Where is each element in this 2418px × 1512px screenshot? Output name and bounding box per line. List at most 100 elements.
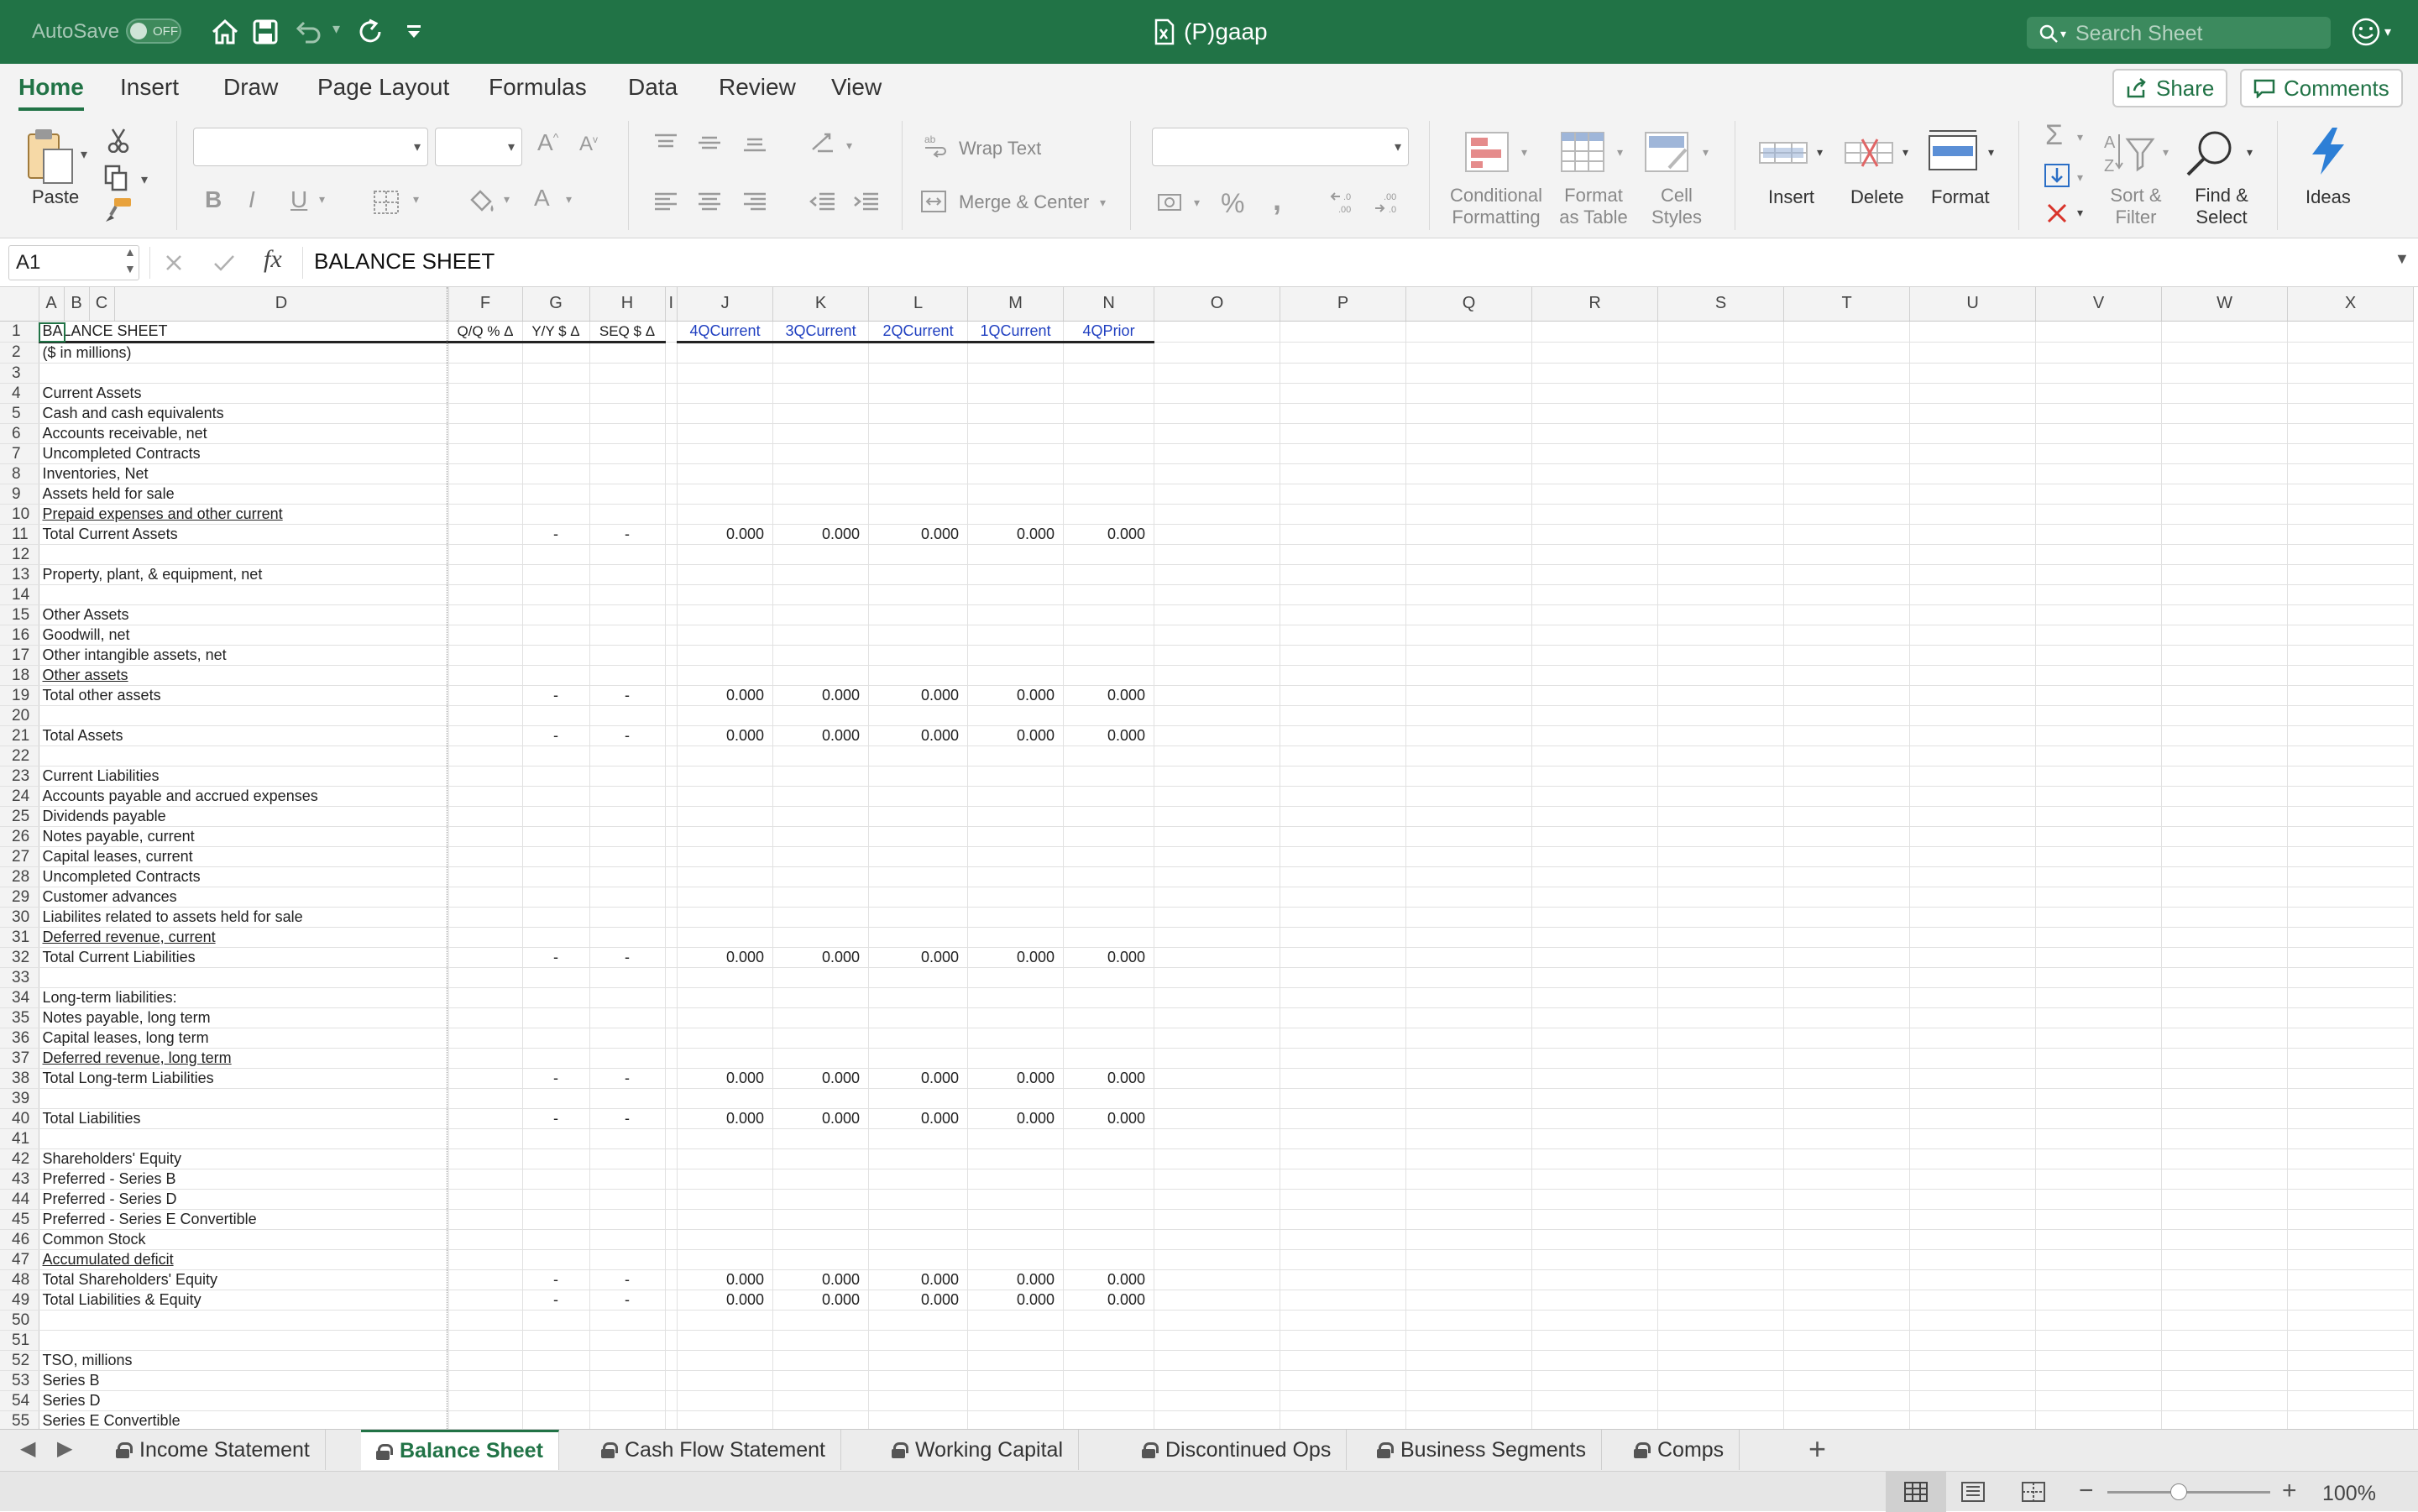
delta-cell[interactable] xyxy=(522,1128,590,1149)
value-cell[interactable] xyxy=(772,625,870,646)
delta-cell[interactable] xyxy=(522,1088,590,1109)
cell[interactable] xyxy=(448,685,523,706)
cell[interactable] xyxy=(1531,665,1659,686)
autosave-toggle[interactable]: OFF xyxy=(126,18,181,44)
value-cell[interactable] xyxy=(967,423,1065,444)
merge-center-dropdown-icon[interactable]: ▾ xyxy=(1100,196,1106,208)
value-cell[interactable] xyxy=(677,1209,774,1230)
row-header[interactable]: 51 xyxy=(0,1330,39,1351)
cell[interactable] xyxy=(2287,604,2415,625)
redo-icon[interactable] xyxy=(356,17,386,47)
value-cell[interactable] xyxy=(967,1128,1065,1149)
value-cell[interactable] xyxy=(772,866,870,887)
cell[interactable] xyxy=(448,866,523,887)
delta-cell[interactable]: - xyxy=(589,947,666,968)
value-cell[interactable] xyxy=(1063,705,1155,726)
value-cell[interactable]: 0.000 xyxy=(677,1269,774,1290)
find-select-dropdown-icon[interactable]: ▾ xyxy=(2247,146,2253,158)
cell[interactable] xyxy=(1154,604,1281,625)
delta-cell[interactable]: - xyxy=(522,1290,590,1311)
cell[interactable] xyxy=(2287,1148,2415,1169)
cell[interactable] xyxy=(2161,1350,2289,1371)
cell[interactable] xyxy=(1657,321,1785,343)
cell[interactable] xyxy=(1909,645,2037,666)
cell[interactable] xyxy=(1154,1290,1281,1311)
cell[interactable] xyxy=(1657,1249,1785,1270)
select-all-corner[interactable] xyxy=(0,287,39,322)
cell[interactable] xyxy=(1531,321,1659,343)
row-header[interactable]: 53 xyxy=(0,1370,39,1391)
format-painter-icon[interactable] xyxy=(104,196,133,225)
cell[interactable] xyxy=(1154,1350,1281,1371)
cell[interactable] xyxy=(1280,1108,1407,1129)
value-cell[interactable] xyxy=(967,1169,1065,1190)
cell[interactable] xyxy=(2035,1350,2163,1371)
value-cell[interactable] xyxy=(1063,1007,1155,1028)
cell[interactable] xyxy=(1154,1370,1281,1391)
value-cell[interactable] xyxy=(677,484,774,505)
cell[interactable] xyxy=(1531,1007,1659,1028)
value-cell[interactable] xyxy=(772,1390,870,1411)
borders-dropdown-icon[interactable]: ▾ xyxy=(413,193,419,205)
tab-data[interactable]: Data xyxy=(628,74,678,101)
value-cell[interactable]: 0.000 xyxy=(967,685,1065,706)
delta-cell[interactable] xyxy=(589,1350,666,1371)
cell[interactable] xyxy=(1531,544,1659,565)
value-cell[interactable] xyxy=(772,1410,870,1429)
cell[interactable] xyxy=(1531,363,1659,384)
value-cell[interactable] xyxy=(868,826,969,847)
cell[interactable] xyxy=(2287,1290,2415,1311)
value-cell[interactable] xyxy=(772,806,870,827)
value-cell[interactable] xyxy=(772,907,870,928)
cell[interactable] xyxy=(1405,1048,1533,1069)
cell[interactable] xyxy=(2287,927,2415,948)
cell[interactable] xyxy=(1405,786,1533,807)
cell[interactable] xyxy=(1783,403,1911,424)
cell[interactable] xyxy=(1405,1148,1533,1169)
value-cell[interactable]: 0.000 xyxy=(967,1269,1065,1290)
cell[interactable] xyxy=(2287,544,2415,565)
format-as-table-dropdown-icon[interactable]: ▾ xyxy=(1617,146,1623,158)
value-cell[interactable] xyxy=(868,1310,969,1331)
value-cell[interactable] xyxy=(772,927,870,948)
value-cell[interactable] xyxy=(1063,383,1155,404)
cell[interactable] xyxy=(2161,363,2289,384)
cell[interactable] xyxy=(665,1209,678,1230)
value-cell[interactable] xyxy=(868,1088,969,1109)
cell[interactable] xyxy=(665,967,678,988)
cell[interactable] xyxy=(1280,321,1407,343)
cell[interactable] xyxy=(1909,786,2037,807)
value-cell[interactable] xyxy=(1063,786,1155,807)
cell[interactable] xyxy=(1657,1007,1785,1028)
font-color-dropdown-icon[interactable]: ▾ xyxy=(566,193,572,205)
value-cell[interactable] xyxy=(677,766,774,787)
cell[interactable] xyxy=(1154,1390,1281,1411)
cell[interactable] xyxy=(448,947,523,968)
cell[interactable] xyxy=(1657,544,1785,565)
period-header-cell[interactable]: 3QCurrent xyxy=(772,321,870,343)
delta-cell[interactable] xyxy=(589,625,666,646)
value-cell[interactable]: 0.000 xyxy=(967,524,1065,545)
cell[interactable] xyxy=(1405,443,1533,464)
cell[interactable] xyxy=(1531,1310,1659,1331)
cell[interactable] xyxy=(665,1048,678,1069)
page-break-view-icon[interactable] xyxy=(2022,1482,2045,1502)
value-cell[interactable] xyxy=(967,866,1065,887)
cell[interactable] xyxy=(1909,1330,2037,1351)
cell[interactable] xyxy=(1657,1310,1785,1331)
cell[interactable] xyxy=(1909,423,2037,444)
row-header[interactable]: 34 xyxy=(0,987,39,1008)
value-cell[interactable] xyxy=(967,363,1065,384)
value-cell[interactable] xyxy=(967,443,1065,464)
value-cell[interactable]: 0.000 xyxy=(1063,1290,1155,1311)
cell[interactable] xyxy=(1405,826,1533,847)
cell[interactable] xyxy=(1280,725,1407,746)
cell[interactable] xyxy=(665,1390,678,1411)
cell[interactable] xyxy=(448,1209,523,1230)
cell[interactable] xyxy=(2035,604,2163,625)
row-label-cell[interactable]: Notes payable, current xyxy=(39,826,449,847)
cell[interactable] xyxy=(1280,564,1407,585)
value-cell[interactable] xyxy=(677,1048,774,1069)
cell[interactable] xyxy=(1405,927,1533,948)
row-label-cell[interactable]: Customer advances xyxy=(39,887,449,908)
